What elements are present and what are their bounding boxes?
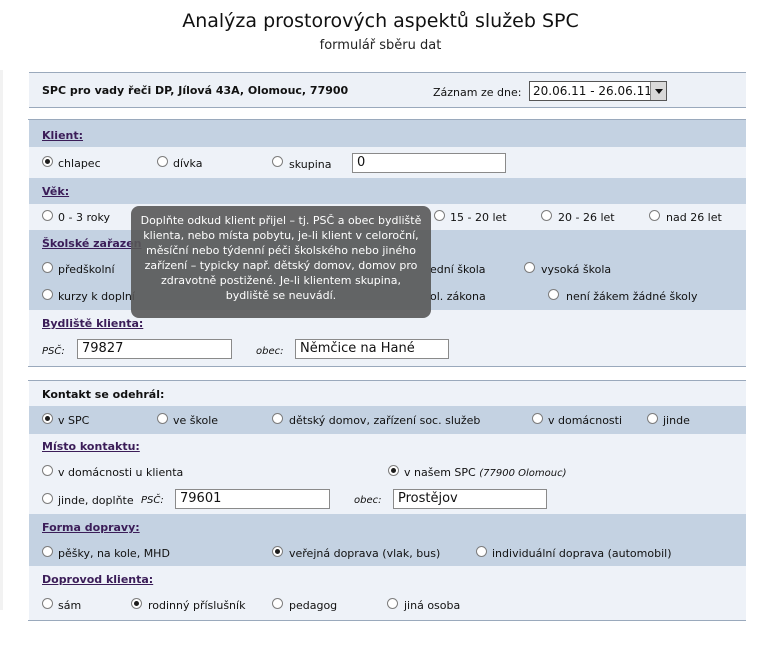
residence-psc-input[interactable]: 79827 [77, 339, 232, 359]
school-option-label: vysoká škola [541, 263, 612, 276]
age-option-label: 20 - 26 let [558, 211, 615, 224]
contact-label: Kontakt se odehrál: [42, 388, 165, 401]
radio-contact-school[interactable] [157, 413, 168, 424]
age-option-label: nad 26 let [666, 211, 722, 224]
radio-transport-public[interactable] [272, 546, 283, 557]
page-subtitle: formulář sběru dat [319, 38, 442, 53]
client-option-label: chlapec [58, 157, 101, 170]
residence-psc-label: PSČ: [42, 346, 65, 357]
radio-transport-car[interactable] [476, 546, 487, 557]
place-option-else-label: jinde, doplňte [58, 494, 134, 507]
radio-school-none[interactable] [548, 289, 559, 300]
radio-contact-household[interactable] [532, 413, 543, 424]
transport-label: Forma dopravy: [42, 521, 140, 534]
age-label: Věk: [42, 185, 70, 198]
transport-option-label: pěšky, na kole, MHD [58, 547, 170, 560]
place-option-spc-label: v našem SPC (77900 Olomouc) [404, 466, 567, 479]
place-psc-label: PSČ: [141, 495, 164, 506]
radio-place-home[interactable] [42, 465, 53, 476]
radio-place-our-spc[interactable] [388, 465, 399, 476]
radio-escort-other[interactable] [387, 598, 398, 609]
radio-client-divka[interactable] [157, 156, 168, 167]
residence-label: Bydliště klienta: [42, 317, 144, 330]
client-option-label: skupina [289, 158, 332, 171]
radio-escort-family[interactable] [131, 598, 142, 609]
escort-label: Doprovod klienta: [42, 573, 154, 586]
school-option-label: kurzy k doplní [58, 290, 135, 303]
contact-option-label: v SPC [58, 414, 90, 427]
transport-option-label: veřejná doprava (vlak, bus) [289, 547, 441, 560]
radio-school-courses[interactable] [42, 289, 53, 300]
radio-school-university[interactable] [524, 262, 535, 273]
transport-option-label: individuální doprava (automobil) [492, 547, 672, 560]
chevron-down-icon[interactable] [650, 82, 666, 100]
radio-age-over-26[interactable] [649, 210, 660, 221]
place-option-spc-note: (77900 Olomouc) [479, 468, 567, 479]
escort-option-label: sám [58, 599, 82, 612]
radio-age-20-26[interactable] [541, 210, 552, 221]
group-count-input[interactable]: 0 [352, 153, 506, 173]
age-option-label: 15 - 20 let [450, 211, 507, 224]
client-label-band [29, 120, 746, 147]
radio-contact-spc[interactable] [42, 413, 53, 424]
contact-option-label: v domácnosti [548, 414, 623, 427]
place-option-spc-text: v našem SPC [404, 466, 476, 479]
radio-client-chlapec[interactable] [42, 156, 53, 167]
client-option-label: dívka [173, 157, 203, 170]
radio-age-0-3[interactable] [42, 210, 53, 221]
school-option-label: ol. zákona [430, 290, 486, 303]
radio-transport-walk[interactable] [42, 546, 53, 557]
place-option-home-label: v domácnosti u klienta [58, 466, 184, 479]
escort-option-label: pedagog [289, 599, 338, 612]
section-divider [28, 620, 746, 621]
school-option-label: není žákem žádné školy [566, 290, 698, 303]
radio-client-skupina[interactable] [272, 156, 283, 167]
school-option-label: ední škola [430, 263, 486, 276]
place-label: Místo kontaktu: [42, 440, 140, 453]
center-name: SPC pro vady řeči DP, Jílová 43A, Olomou… [42, 84, 349, 97]
age-label-band [29, 178, 746, 204]
client-label: Klient: [42, 129, 84, 142]
escort-option-label: rodinný příslušník [148, 599, 246, 612]
record-date-value: 20.06.11 - 26.06.11 [533, 84, 652, 98]
contact-option-label: jinde [663, 414, 690, 427]
radio-place-elsewhere[interactable] [42, 493, 53, 504]
radio-escort-alone[interactable] [42, 598, 53, 609]
contact-option-label: ve škole [173, 414, 219, 427]
page-left-edge [0, 70, 3, 610]
escort-option-label: jiná osoba [404, 599, 461, 612]
radio-age-15-20[interactable] [434, 210, 445, 221]
radio-contact-elsewhere[interactable] [647, 413, 658, 424]
place-obec-input[interactable]: Prostějov [393, 489, 547, 509]
school-label: Školské zařazen [42, 237, 142, 250]
place-psc-input[interactable]: 79601 [175, 489, 330, 509]
record-date-label: Záznam ze dne: [433, 86, 522, 99]
section-divider [28, 366, 746, 367]
school-option-label: předškolní [58, 263, 115, 276]
residence-obec-input[interactable]: Němčice na Hané [295, 339, 449, 359]
residence-help-tooltip: Doplňte odkud klient přijel – tj. PSČ a … [131, 206, 431, 318]
age-option-label: 0 - 3 roky [58, 211, 110, 224]
record-date-select[interactable]: 20.06.11 - 26.06.11 [529, 81, 667, 101]
place-obec-label: obec: [354, 495, 382, 506]
radio-escort-teacher[interactable] [272, 598, 283, 609]
radio-school-preschool[interactable] [42, 262, 53, 273]
contact-option-label: dětský domov, zařízení soc. služeb [289, 414, 481, 427]
radio-contact-childrens-home[interactable] [272, 413, 283, 424]
page-title: Analýza prostorových aspektů služeb SPC [182, 10, 579, 32]
residence-obec-label: obec: [256, 346, 284, 357]
